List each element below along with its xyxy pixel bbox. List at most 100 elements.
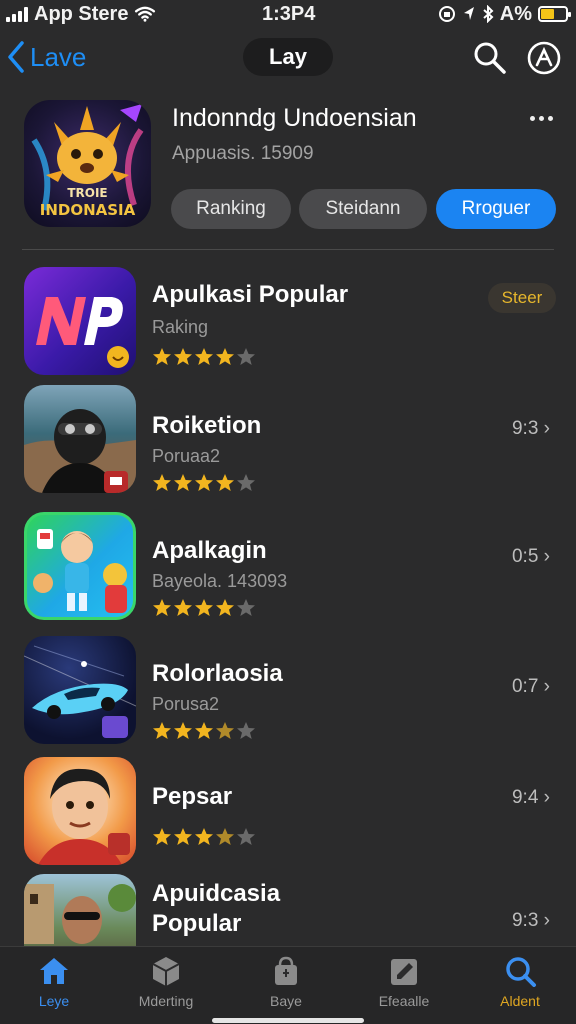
battery-icon (538, 6, 571, 22)
account-icon[interactable] (526, 40, 562, 76)
star-icon (195, 474, 213, 491)
app-row-4[interactable]: Rolorlaosia Porusa2 0:7 › (0, 636, 576, 748)
tab-efeaalle[interactable]: Efeaalle (354, 955, 454, 1017)
rotation-lock-icon (438, 6, 455, 22)
location-icon (463, 7, 474, 20)
star-icon (174, 474, 192, 491)
app-subtitle: Raking (152, 317, 209, 337)
star-icon (153, 474, 171, 491)
star-icon (237, 474, 255, 491)
np-logo-icon (36, 297, 129, 368)
battery-percent: A% (499, 2, 532, 25)
tab-mderting[interactable]: Mderting (116, 955, 216, 1017)
tab-label: Efeaalle (378, 993, 430, 1009)
app-name: Rolorlaosia (152, 660, 283, 687)
app-meta: 9:4 › (511, 787, 550, 808)
star-rating (152, 473, 256, 493)
segment-steidann[interactable]: Steidann (299, 189, 427, 229)
star-icon (216, 348, 234, 365)
app-meta: 9:3 › (511, 418, 550, 439)
app-icon-apuidcasia (24, 874, 136, 946)
home-icon (40, 958, 68, 984)
star-icon (174, 348, 192, 365)
star-icon (237, 722, 255, 739)
edit-icon (391, 959, 417, 985)
tab-baye[interactable]: Baye (236, 955, 336, 1017)
star-icon (216, 474, 234, 491)
tab-label: Leye (38, 993, 70, 1009)
star-rating (152, 827, 256, 847)
star-icon (216, 828, 234, 845)
star-icon (195, 828, 213, 845)
logo-line-1: TROIE (67, 186, 108, 200)
tab-leye[interactable]: Leye (4, 955, 104, 1017)
app-name: Apalkagin (152, 537, 267, 564)
app-meta: 0:7 › (511, 676, 550, 697)
tab-label: Baye (270, 993, 302, 1009)
star-icon (153, 599, 171, 616)
wifi-icon (135, 6, 156, 22)
featured-app-icon[interactable]: TROIE INDONASIA (24, 100, 151, 227)
star-rating (152, 721, 256, 741)
star-rating (152, 598, 256, 618)
search-icon[interactable] (472, 40, 508, 76)
kids-characters-icon (33, 529, 127, 613)
app-name: Apulkasi Popular (152, 281, 349, 308)
tab-aldent[interactable]: Aldent (470, 955, 570, 1017)
featured-title: Indonndg Undoensian (172, 104, 417, 132)
chevron-left-icon (8, 41, 24, 73)
star-rating (152, 347, 256, 367)
app-icon-rolorlaosia (24, 636, 136, 744)
tab-bar: Leye Mderting Baye Efeaalle Aldent (0, 946, 576, 1024)
back-button[interactable]: Lave (6, 40, 86, 74)
app-name-line-1: Apuidcasia (152, 880, 281, 907)
bluetooth-icon (483, 5, 494, 23)
star-icon (153, 348, 171, 365)
app-icon-roiketion (24, 385, 136, 493)
star-icon (174, 828, 192, 845)
app-row-3[interactable]: Apalkagin Bayeola. 143093 0:5 › (0, 512, 576, 624)
app-row-6[interactable]: Apuidcasia Popular 9:3 › (0, 874, 576, 946)
back-label: Lave (30, 41, 87, 72)
star-icon (216, 599, 234, 616)
star-icon (195, 599, 213, 616)
home-indicator (212, 1018, 364, 1023)
star-icon (237, 348, 255, 365)
star-icon (153, 722, 171, 739)
clock: 1:3P4 (262, 2, 316, 25)
app-subtitle: Porusa2 (152, 694, 220, 714)
segment-ranking[interactable]: Ranking (171, 189, 291, 229)
cellular-signal-icon (6, 6, 28, 22)
star-icon (153, 828, 171, 845)
app-row-2[interactable]: Roiketion Poruaa2 9:3 › (0, 385, 576, 497)
segment-rroguer[interactable]: Rroguer (436, 189, 556, 229)
tab-label: Aldent (500, 993, 540, 1009)
status-badge: Steer (488, 283, 556, 313)
star-icon (195, 348, 213, 365)
star-icon (216, 722, 234, 739)
tab-label: Mderting (138, 993, 194, 1009)
app-meta: 9:3 › (511, 910, 550, 931)
cartoon-man-icon (38, 768, 130, 865)
app-row-5[interactable]: Pepsar 9:4 › (0, 757, 576, 869)
race-car-icon (24, 645, 136, 738)
carrier-label: App Stere (34, 2, 129, 25)
helmet-rider-icon (24, 409, 136, 493)
star-icon (174, 722, 192, 739)
page-title: Lay (243, 38, 333, 76)
featured-subtitle: Appuasis. 15909 (172, 143, 314, 164)
traveler-photo-icon (24, 884, 136, 944)
section-divider (22, 249, 554, 250)
app-row-1[interactable]: Apulkasi Popular Raking Steer (0, 267, 576, 379)
app-name-line-2: Popular (152, 910, 242, 937)
star-icon (237, 599, 255, 616)
app-name: Roiketion (152, 412, 262, 439)
more-options-button[interactable] (524, 104, 558, 132)
app-name: Pepsar (152, 783, 233, 810)
app-icon-np (24, 267, 136, 375)
status-bar: App Stere 1:3P4 A% (0, 0, 576, 28)
app-icon-pepsar (24, 757, 136, 865)
bag-icon (275, 956, 297, 985)
star-icon (237, 828, 255, 845)
app-subtitle: Poruaa2 (152, 446, 221, 466)
